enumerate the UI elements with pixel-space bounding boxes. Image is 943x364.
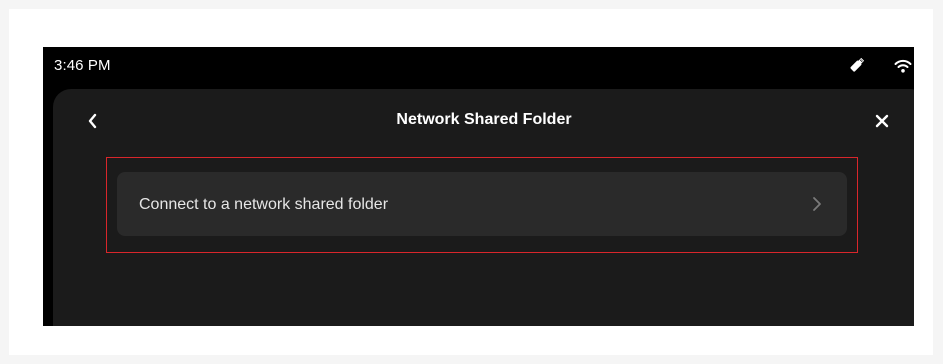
chevron-right-icon (810, 195, 824, 213)
status-time: 3:46 PM (54, 57, 111, 74)
wifi-icon (894, 58, 912, 74)
usb-icon (848, 56, 866, 74)
status-bar: 3:46 PM (43, 47, 914, 87)
close-button[interactable] (868, 107, 896, 135)
device-screen: 3:46 PM Network Shared Folder Connect to… (43, 47, 914, 326)
network-shared-folder-panel: Network Shared Folder Connect to a netwo… (53, 89, 914, 326)
close-icon (875, 114, 889, 128)
list-item-label: Connect to a network shared folder (139, 196, 389, 213)
panel-title: Network Shared Folder (396, 111, 572, 128)
connect-network-folder-item[interactable]: Connect to a network shared folder (117, 172, 847, 236)
